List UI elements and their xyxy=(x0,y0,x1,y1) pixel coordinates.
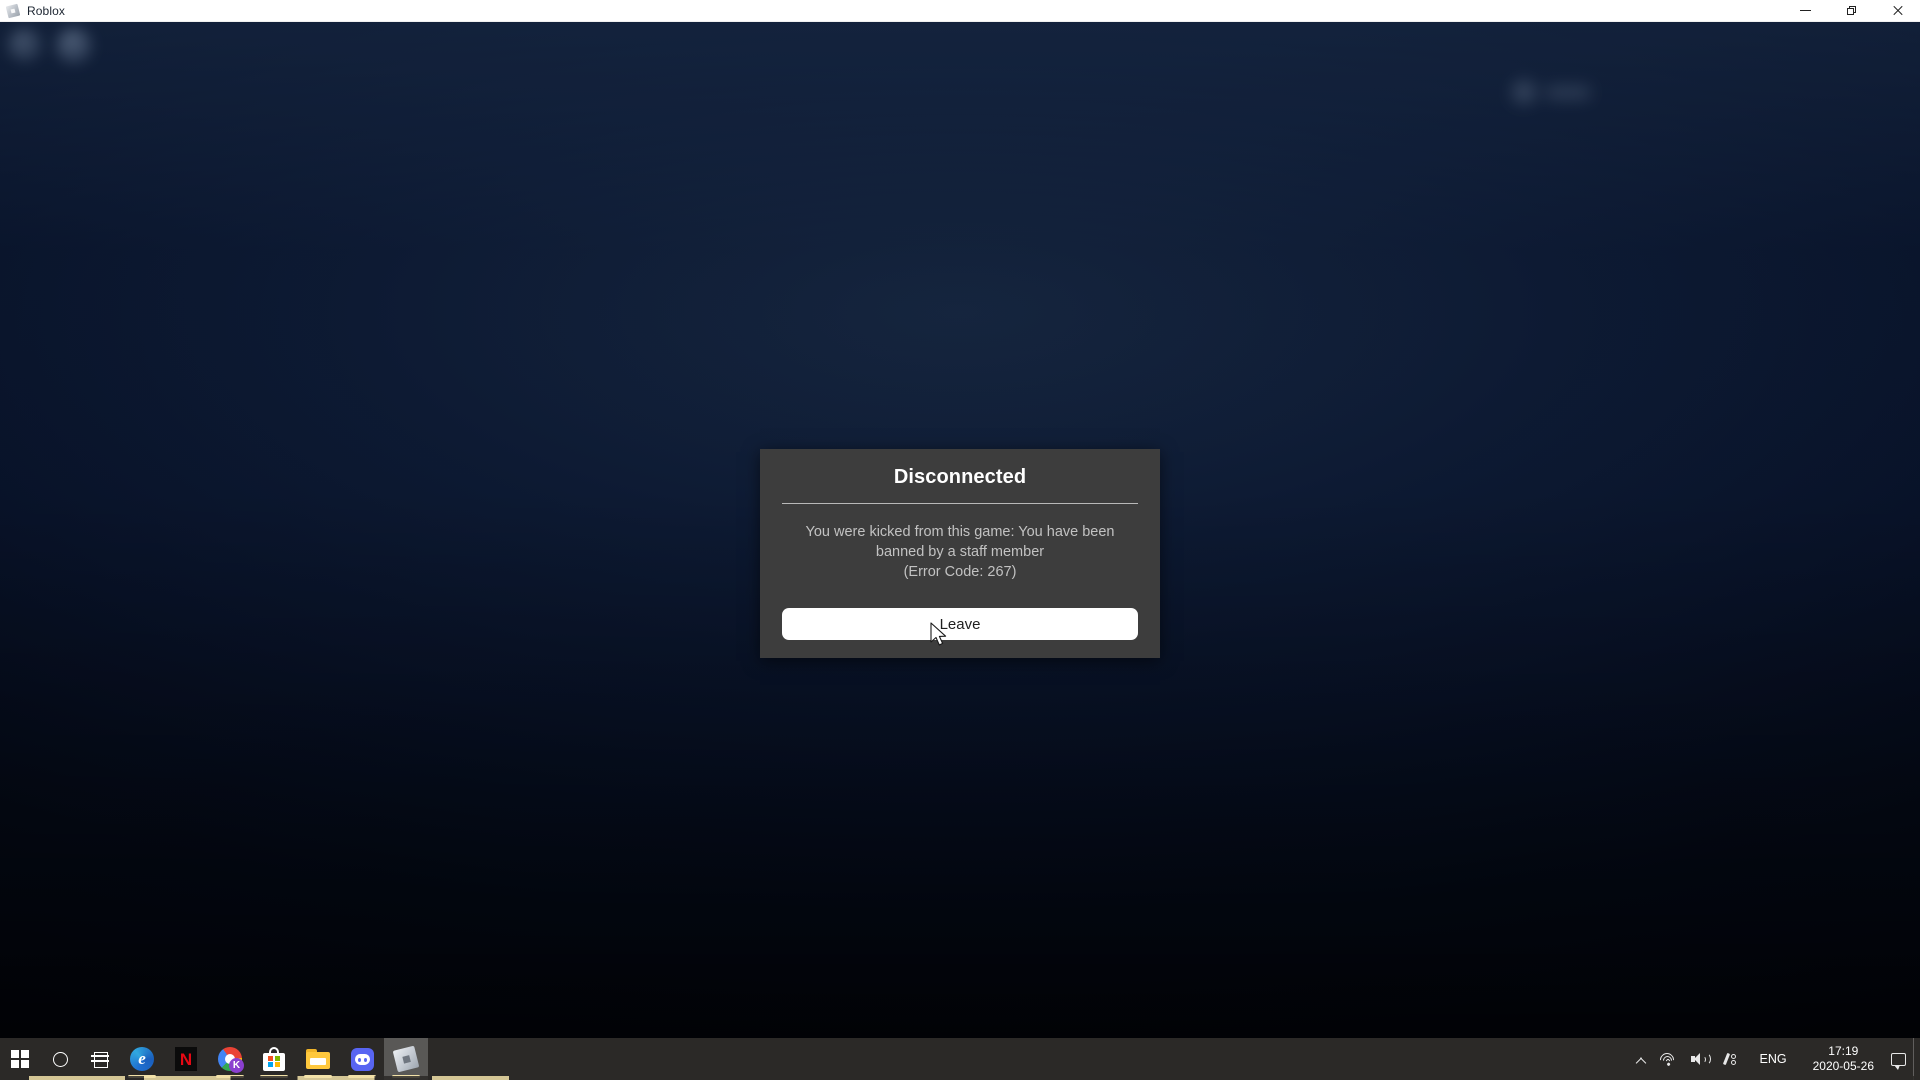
clock-time: 17:19 xyxy=(1828,1044,1859,1058)
network-button[interactable] xyxy=(1653,1038,1684,1080)
taskbar-item-chrome[interactable]: K xyxy=(208,1038,252,1080)
show-desktop-button[interactable] xyxy=(1913,1038,1920,1080)
windows-logo-icon xyxy=(11,1050,29,1068)
system-tray: ENG 17:19 2020-05-26 xyxy=(1629,1038,1920,1080)
chrome-icon: K xyxy=(218,1047,244,1073)
window-controls xyxy=(1782,0,1920,22)
window-title: Roblox xyxy=(27,3,65,18)
taskbar-item-netflix[interactable]: N xyxy=(164,1038,208,1080)
windows-ink-icon xyxy=(1722,1052,1737,1067)
language-button[interactable]: ENG xyxy=(1744,1038,1803,1080)
wifi-icon xyxy=(1656,1050,1677,1070)
roblox-overlay-buttons[interactable] xyxy=(8,28,92,64)
dialog-message-line-1: You were kicked from this game: You have… xyxy=(805,524,1115,540)
taskbar-item-roblox[interactable] xyxy=(384,1038,428,1080)
player-stat-bar xyxy=(1546,85,1590,99)
volume-icon xyxy=(1690,1052,1711,1066)
player-stats-chip xyxy=(1512,80,1590,104)
task-view-button[interactable] xyxy=(80,1038,120,1080)
dialog-message: You were kicked from this game: You have… xyxy=(790,522,1130,582)
close-button[interactable] xyxy=(1874,0,1920,22)
leave-button[interactable]: Leave xyxy=(782,608,1138,640)
clock-date: 2020-05-26 xyxy=(1812,1059,1874,1073)
taskbar-item-edge[interactable]: e xyxy=(120,1038,164,1080)
taskbar: e N K ENG 17:19 2020-05-26 xyxy=(0,1038,1920,1080)
roblox-menu-button[interactable] xyxy=(8,28,42,62)
window-title-bar[interactable]: Roblox xyxy=(0,0,1920,22)
volume-button[interactable] xyxy=(1684,1038,1715,1080)
minimize-icon xyxy=(1799,10,1811,11)
roblox-icon xyxy=(5,3,21,18)
taskbar-items: e N K xyxy=(0,1038,428,1080)
restore-icon xyxy=(1846,6,1856,15)
search-button[interactable] xyxy=(40,1038,80,1080)
language-indicator: ENG xyxy=(1759,1052,1787,1066)
chevron-up-icon xyxy=(1636,1054,1646,1064)
roblox-chat-button[interactable] xyxy=(56,28,92,64)
close-icon xyxy=(1892,5,1903,16)
task-view-icon xyxy=(91,1052,109,1068)
search-circle-icon xyxy=(52,1051,68,1067)
edge-icon: e xyxy=(130,1047,154,1071)
discord-icon xyxy=(350,1047,374,1071)
windows-ink-button[interactable] xyxy=(1715,1038,1744,1080)
maximize-button[interactable] xyxy=(1828,0,1874,22)
kaspersky-badge-icon: K xyxy=(229,1058,244,1073)
dialog-message-line-3: (Error Code: 267) xyxy=(903,564,1017,580)
taskbar-bottom-strip xyxy=(0,1076,1920,1080)
taskbar-item-store[interactable] xyxy=(252,1038,296,1080)
minimize-button[interactable] xyxy=(1782,0,1828,22)
clock[interactable]: 17:19 2020-05-26 xyxy=(1803,1038,1884,1080)
game-viewport: Disconnected You were kicked from this g… xyxy=(0,22,1920,1058)
action-center-button[interactable] xyxy=(1884,1038,1913,1080)
show-hidden-icons-button[interactable] xyxy=(1629,1038,1653,1080)
folder-icon xyxy=(306,1049,330,1069)
dialog-divider xyxy=(782,503,1138,504)
dialog-message-line-2: banned by a staff member xyxy=(875,544,1045,560)
disconnected-dialog: Disconnected You were kicked from this g… xyxy=(760,449,1160,658)
dialog-title: Disconnected xyxy=(893,466,1027,488)
player-avatar xyxy=(1512,80,1536,104)
action-center-icon xyxy=(1891,1052,1906,1070)
start-button[interactable] xyxy=(0,1038,40,1080)
taskbar-item-explorer[interactable] xyxy=(296,1038,340,1080)
roblox-icon xyxy=(392,1045,420,1073)
netflix-icon: N xyxy=(175,1047,197,1071)
taskbar-item-discord[interactable] xyxy=(340,1038,384,1080)
microsoft-store-icon xyxy=(263,1047,285,1071)
